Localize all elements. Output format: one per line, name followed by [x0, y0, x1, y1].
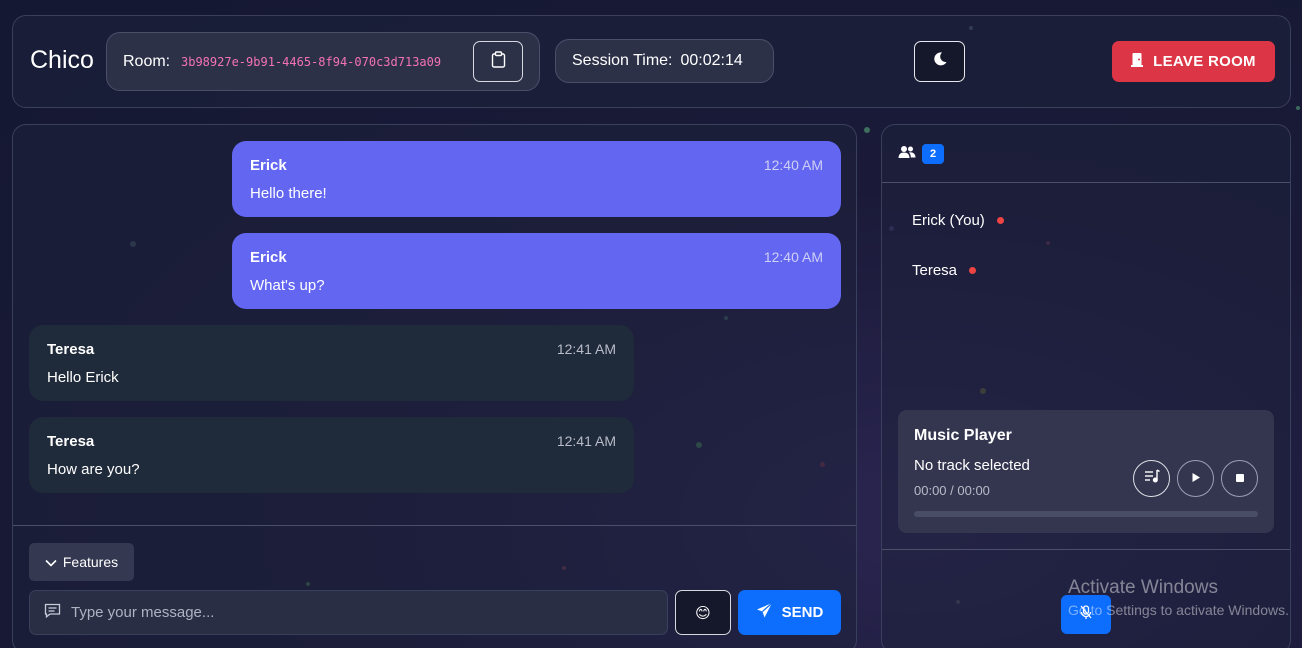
track-name: No track selected: [914, 457, 1030, 474]
send-button[interactable]: SEND: [738, 590, 841, 635]
room-label: Room:: [123, 53, 171, 70]
user-count-badge: 2: [922, 144, 944, 164]
leave-room-button[interactable]: LEAVE ROOM: [1112, 41, 1275, 82]
message-time: 12:41 AM: [556, 341, 616, 357]
emoji-button[interactable]: 😊: [675, 590, 731, 635]
status-dot: [996, 217, 1004, 224]
leave-room-label: LEAVE ROOM: [1153, 53, 1256, 70]
message-sender: Teresa: [47, 433, 95, 450]
brand-logo: Chico: [30, 46, 94, 74]
chat-panel: Erick 12:40 AM Hello there! Erick 12:40 …: [12, 124, 857, 648]
session-time: 00:02:14: [680, 52, 743, 69]
playlist-icon: [1144, 469, 1160, 488]
message-time: 12:40 AM: [763, 157, 823, 173]
windows-activation-watermark: Activate Windows Go to Settings to activ…: [1068, 577, 1289, 618]
message-sender: Erick: [250, 157, 287, 174]
clipboard-icon: [491, 50, 506, 73]
message-text: How are you?: [47, 461, 140, 478]
users-header: 2: [898, 144, 944, 164]
message-input-box[interactable]: [29, 590, 668, 635]
app-header: Chico Room: 3b98927e-9b91-4465-8f94-070c…: [12, 15, 1291, 108]
chat-message: Teresa 12:41 AM Hello Erick: [29, 325, 634, 401]
watermark-title: Activate Windows: [1068, 577, 1218, 598]
status-dot: [969, 267, 977, 274]
room-info: Room: 3b98927e-9b91-4465-8f94-070c3d713a…: [106, 32, 540, 91]
message-text: What's up?: [250, 277, 325, 294]
user-list-item: Erick (You): [912, 212, 1004, 229]
stop-icon: [1235, 470, 1245, 488]
music-player: Music Player No track selected 00:00 / 0…: [898, 410, 1274, 533]
message-time: 12:40 AM: [763, 249, 823, 265]
sidebar-divider: [882, 182, 1290, 183]
user-list-item: Teresa: [912, 262, 977, 279]
message-sender: Erick: [250, 249, 287, 266]
room-id: 3b98927e-9b91-4465-8f94-070c3d713a09: [181, 55, 442, 69]
message-icon: [44, 603, 61, 623]
message-input[interactable]: [71, 604, 631, 621]
moon-icon: [932, 51, 948, 72]
play-button[interactable]: [1177, 460, 1214, 497]
stop-button[interactable]: [1221, 460, 1258, 497]
features-toggle-button[interactable]: Features: [29, 543, 134, 581]
chat-message: Teresa 12:41 AM How are you?: [29, 417, 634, 493]
send-label: SEND: [781, 604, 824, 621]
message-text: Hello there!: [250, 185, 327, 202]
playlist-button[interactable]: [1133, 460, 1170, 497]
user-name: Teresa: [912, 262, 958, 279]
watermark-subtitle: Go to Settings to activate Windows.: [1068, 602, 1289, 618]
features-label: Features: [62, 554, 119, 570]
chat-divider: [13, 525, 856, 526]
send-icon: [756, 602, 773, 623]
sidebar-divider: [882, 549, 1290, 550]
play-icon: [1191, 470, 1201, 488]
session-timer: Session Time: 00:02:14: [555, 39, 774, 83]
copy-room-id-button[interactable]: [473, 41, 523, 82]
users-icon: [898, 145, 916, 164]
smile-emoji-icon: 😊: [695, 604, 711, 622]
track-time: 00:00 / 00:00: [914, 483, 990, 498]
message-sender: Teresa: [47, 341, 95, 358]
music-player-title: Music Player: [914, 427, 1012, 444]
message-text: Hello Erick: [47, 369, 119, 386]
chat-message: Erick 12:40 AM Hello there!: [232, 141, 841, 217]
session-label: Session Time:: [572, 52, 673, 69]
door-icon: [1131, 52, 1144, 71]
message-time: 12:41 AM: [556, 433, 616, 449]
chevron-down-icon: [45, 554, 57, 570]
chat-message: Erick 12:40 AM What's up?: [232, 233, 841, 309]
user-name: Erick (You): [912, 212, 985, 229]
music-progress-bar[interactable]: [914, 511, 1258, 517]
users-sidebar: 2 Erick (You) Teresa Music Player No tra…: [881, 124, 1291, 648]
theme-toggle-button[interactable]: [914, 41, 965, 82]
